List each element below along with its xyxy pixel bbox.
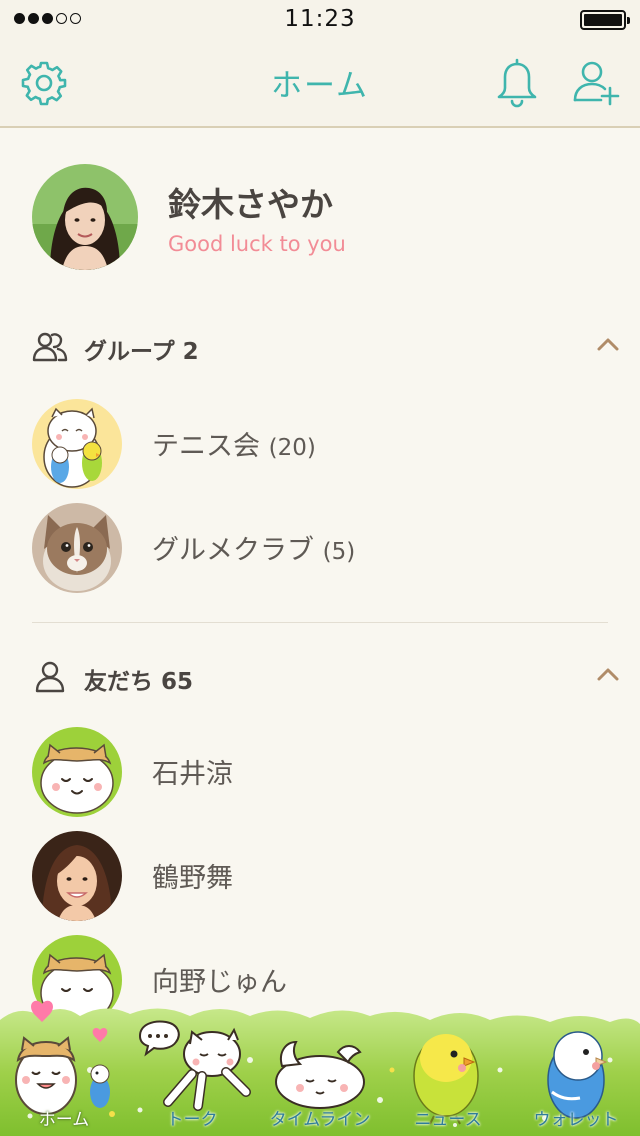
- group-name: テニス会 (20): [152, 431, 316, 462]
- friend-name: 鶴野舞: [152, 863, 233, 894]
- chevron-up-icon[interactable]: [596, 666, 620, 682]
- tab-home[interactable]: ホーム: [0, 1000, 128, 1136]
- avatar: [32, 727, 122, 817]
- nav-bar: ホーム: [0, 40, 640, 128]
- list-item-group-tennis[interactable]: テニス会 (20): [0, 392, 640, 496]
- add-friend-icon[interactable]: [572, 58, 622, 108]
- group-name: グルメクラブ (5): [152, 535, 356, 566]
- tab-bar: ホーム トーク タイムライン ニュース ウォレット: [0, 1000, 640, 1136]
- bell-icon[interactable]: [492, 58, 542, 108]
- tab-timeline[interactable]: タイムライン: [256, 1000, 384, 1136]
- section-divider: [32, 622, 608, 623]
- friend-name: 石井涼: [152, 759, 233, 790]
- tab-label: ウォレット: [533, 1110, 619, 1130]
- tab-label: ニュース: [414, 1110, 482, 1130]
- member-count: (5): [322, 539, 356, 565]
- my-profile[interactable]: 鈴木さやか Good luck to you: [0, 128, 640, 298]
- tab-news[interactable]: ニュース: [384, 1000, 512, 1136]
- avatar: [32, 831, 122, 921]
- group-icon: [32, 330, 68, 364]
- chevron-up-icon[interactable]: [596, 336, 620, 352]
- tab-label: ホーム: [38, 1110, 90, 1130]
- friends-section-header[interactable]: 友だち 65: [0, 646, 640, 706]
- avatar: [32, 164, 138, 270]
- page-title: ホーム: [270, 68, 370, 104]
- list-item-group-gourmet[interactable]: グルメクラブ (5): [0, 496, 640, 600]
- member-count: (20): [268, 435, 316, 461]
- list-item-friend[interactable]: 石井涼: [0, 720, 640, 824]
- groups-section-header[interactable]: グループ 2: [0, 316, 640, 376]
- profile-name: 鈴木さやか: [168, 185, 333, 224]
- friends-section-title: 友だち 65: [84, 669, 194, 695]
- battery-icon: [580, 10, 630, 30]
- home-screen: 11:23 ホーム 鈴木さやか Good luck to you グループ 2 …: [0, 0, 640, 1136]
- tab-label: トーク: [166, 1110, 218, 1130]
- tab-wallet[interactable]: ウォレット: [512, 1000, 640, 1136]
- avatar: [32, 503, 122, 593]
- status-time: 11:23: [284, 6, 356, 32]
- tab-label: タイムライン: [269, 1110, 371, 1130]
- groups-section-title: グループ 2: [84, 339, 199, 365]
- profile-status-message: Good luck to you: [168, 232, 346, 256]
- avatar: [32, 399, 122, 489]
- friend-name: 向野じゅん: [152, 967, 287, 998]
- person-icon: [32, 660, 68, 694]
- status-bar: 11:23: [0, 0, 640, 40]
- list-item-friend[interactable]: 鶴野舞: [0, 824, 640, 928]
- tab-talk[interactable]: トーク: [128, 1000, 256, 1136]
